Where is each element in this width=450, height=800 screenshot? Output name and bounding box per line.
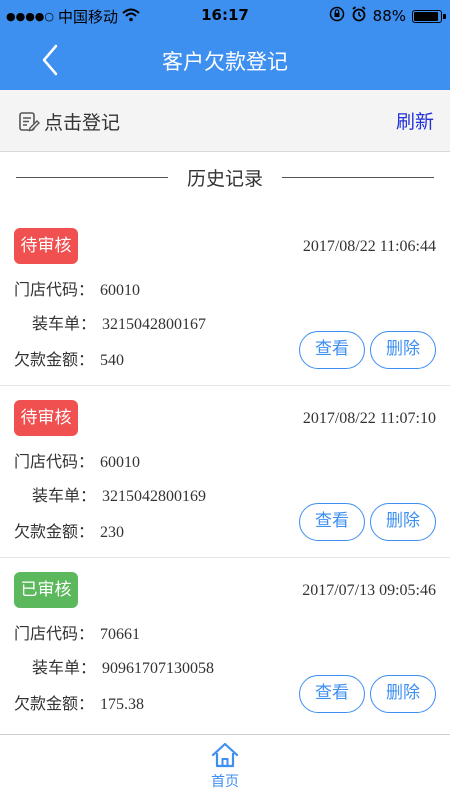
register-label: 点击登记 <box>44 112 121 134</box>
loading-no-value: 3215042800167 <box>102 316 207 333</box>
store-code-value: 60010 <box>100 454 141 471</box>
record-timestamp: 2017/08/22 11:06:44 <box>302 238 436 255</box>
nav-bar: 客户欠款登记 <box>0 30 450 90</box>
store-code-row: 门店代码： 60010 <box>14 276 140 300</box>
amount-value: 175.38 <box>100 696 145 713</box>
delete-button[interactable]: 删除 <box>370 503 436 541</box>
amount-value: 540 <box>100 352 125 369</box>
amount-label: 欠款金额： <box>14 350 95 369</box>
tab-home-label: 首页 <box>211 774 239 790</box>
store-code-value: 70661 <box>100 626 141 643</box>
status-bar: ●●●●○ 中国移动 16:17 88% <box>0 0 450 30</box>
store-code-label: 门店代码： <box>14 624 95 643</box>
status-right: 88% <box>329 6 446 26</box>
action-toolbar: 点击登记 刷新 <box>0 90 450 152</box>
loading-no-row: 装车单： 90961707130058 <box>32 654 214 678</box>
home-icon <box>211 742 239 768</box>
store-code-label: 门店代码： <box>14 280 95 299</box>
record-timestamp: 2017/08/22 11:07:10 <box>302 410 436 427</box>
amount-row: 欠款金额： 540 <box>14 346 124 370</box>
view-button[interactable]: 查看 <box>299 675 365 713</box>
tab-home[interactable]: 首页 <box>195 741 255 797</box>
alarm-icon <box>351 6 367 26</box>
amount-row: 欠款金额： 230 <box>14 518 124 542</box>
store-code-row: 门店代码： 70661 <box>14 620 140 644</box>
record-timestamp: 2017/07/13 09:05:46 <box>302 582 436 599</box>
page-title: 客户欠款登记 <box>162 50 288 74</box>
register-button[interactable]: 点击登记 <box>18 108 120 135</box>
status-badge: 待审核 <box>14 400 78 436</box>
loading-no-label: 装车单： <box>32 486 97 505</box>
loading-no-value: 3215042800169 <box>102 488 207 505</box>
record-card: 待审核 2017/08/22 11:07:10 门店代码： 60010 装车单： 3… <box>0 386 450 558</box>
rotation-lock-icon <box>329 6 345 26</box>
delete-button[interactable]: 删除 <box>370 331 436 369</box>
amount-row: 欠款金额： 175.38 <box>14 690 144 714</box>
amount-label: 欠款金额： <box>14 694 95 713</box>
loading-no-row: 装车单： 3215042800167 <box>32 310 206 334</box>
view-button[interactable]: 查看 <box>299 503 365 541</box>
divider-right <box>282 177 434 178</box>
battery-percent: 88% <box>372 7 406 25</box>
loading-no-row: 装车单： 3215042800169 <box>32 482 206 506</box>
loading-no-label: 装车单： <box>32 314 97 333</box>
view-button[interactable]: 查看 <box>299 331 365 369</box>
app-header: ●●●●○ 中国移动 16:17 88% 客户欠款登记 <box>0 0 450 90</box>
tab-bar: 首页 <box>0 734 450 800</box>
store-code-value: 60010 <box>100 282 141 299</box>
delete-button[interactable]: 删除 <box>370 675 436 713</box>
store-code-label: 门店代码： <box>14 452 95 471</box>
status-badge: 待审核 <box>14 228 78 264</box>
refresh-button[interactable]: 刷新 <box>396 107 434 134</box>
record-card: 已审核 2017/07/13 09:05:46 门店代码： 70661 装车单： 9… <box>0 558 450 730</box>
store-code-row: 门店代码： 60010 <box>14 448 140 472</box>
amount-label: 欠款金额： <box>14 522 95 541</box>
amount-value: 230 <box>100 524 125 541</box>
battery-icon <box>412 9 446 23</box>
status-badge: 已审核 <box>14 572 78 608</box>
record-card: 待审核 2017/08/22 11:06:44 门店代码： 60010 装车单： 3… <box>0 214 450 386</box>
history-section-header: 历史记录 <box>0 152 450 204</box>
loading-no-value: 90961707130058 <box>102 660 215 677</box>
loading-no-label: 装车单： <box>32 658 97 677</box>
edit-note-icon <box>19 111 40 131</box>
